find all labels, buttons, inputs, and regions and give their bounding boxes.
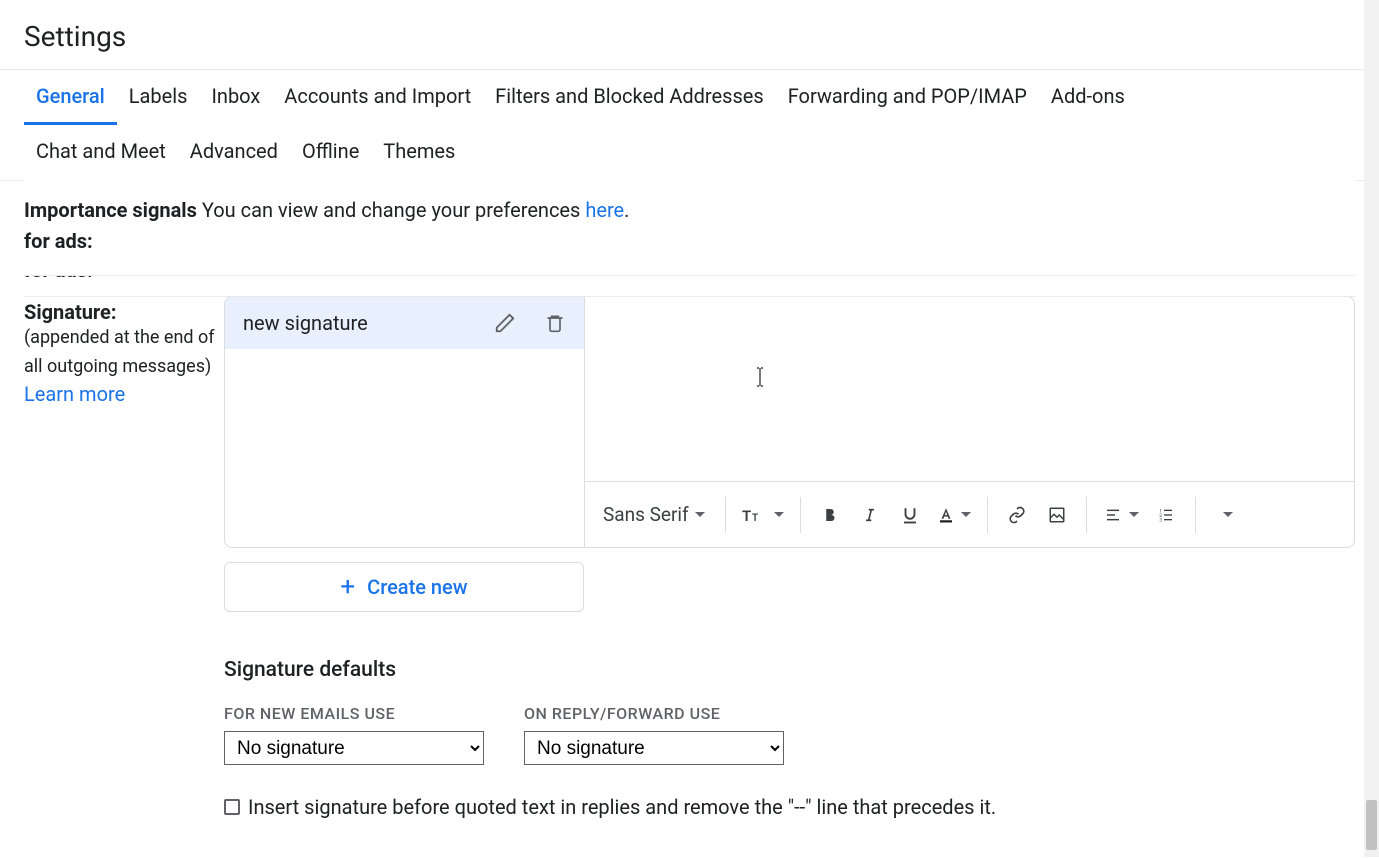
settings-tabs: General Labels Inbox Accounts and Import…	[0, 69, 1379, 181]
chevron-down-icon	[774, 512, 784, 517]
importance-label-2: for ads:	[24, 226, 1355, 257]
insert-signature-text: Insert signature before quoted text in r…	[248, 795, 996, 819]
tab-advanced[interactable]: Advanced	[178, 125, 290, 180]
svg-text:T: T	[752, 513, 758, 524]
chevron-down-icon	[1223, 512, 1233, 517]
tab-chat-meet[interactable]: Chat and Meet	[24, 125, 178, 180]
tab-filters-blocked[interactable]: Filters and Blocked Addresses	[483, 70, 776, 125]
signature-item[interactable]: new signature	[225, 297, 584, 349]
insert-signature-checkbox[interactable]	[224, 799, 240, 815]
scrollbar-thumb[interactable]	[1366, 800, 1377, 850]
importance-label-1: Importance signals	[24, 198, 197, 222]
plus-icon: +	[340, 572, 355, 602]
signature-description: (appended at the end of all outgoing mes…	[24, 324, 224, 382]
create-new-signature-button[interactable]: + Create new	[224, 562, 584, 612]
more-formatting-button[interactable]	[1208, 497, 1242, 533]
align-button[interactable]	[1099, 497, 1143, 533]
scrollbar[interactable]	[1364, 0, 1379, 857]
bold-button[interactable]	[813, 497, 847, 533]
italic-button[interactable]	[853, 497, 887, 533]
tab-offline[interactable]: Offline	[290, 125, 371, 180]
underline-button[interactable]	[893, 497, 927, 533]
signature-list: new signature	[225, 297, 585, 547]
svg-text:3: 3	[1159, 517, 1162, 522]
font-family-label: Sans Serif	[603, 503, 689, 526]
importance-text-suffix: .	[624, 198, 629, 222]
signature-defaults-title: Signature defaults	[224, 658, 1355, 682]
signature-item-name: new signature	[243, 311, 494, 335]
tab-addons[interactable]: Add-ons	[1039, 70, 1137, 125]
text-color-button[interactable]	[933, 497, 975, 533]
signature-label: Signature:	[24, 300, 224, 324]
font-size-button[interactable]: TT	[738, 497, 788, 533]
insert-image-button[interactable]	[1040, 497, 1074, 533]
create-new-label: Create new	[367, 575, 467, 599]
tab-labels[interactable]: Labels	[117, 70, 200, 125]
chevron-down-icon	[961, 512, 971, 517]
importance-text-prefix: You can view and change your preferences	[202, 198, 585, 222]
tab-accounts-import[interactable]: Accounts and Import	[272, 70, 483, 125]
page-title: Settings	[24, 20, 1355, 53]
delete-icon[interactable]	[544, 312, 566, 334]
importance-link-here[interactable]: here	[585, 198, 624, 222]
insert-link-button[interactable]	[1000, 497, 1034, 533]
on-reply-forward-select[interactable]: No signature	[524, 731, 784, 765]
chevron-down-icon	[1129, 512, 1139, 517]
signature-learn-more-link[interactable]: Learn more	[24, 382, 224, 406]
text-cursor-icon	[755, 367, 765, 387]
edit-icon[interactable]	[494, 312, 516, 334]
chevron-down-icon	[695, 512, 705, 517]
tab-themes[interactable]: Themes	[371, 125, 467, 180]
signature-text-editor[interactable]	[585, 297, 1354, 481]
for-new-emails-select[interactable]: No signature	[224, 731, 484, 765]
on-reply-forward-label: ON REPLY/FORWARD USE	[524, 704, 784, 723]
tab-general[interactable]: General	[24, 70, 117, 125]
numbered-list-button[interactable]: 123	[1149, 497, 1183, 533]
tab-inbox[interactable]: Inbox	[199, 70, 272, 125]
svg-text:T: T	[742, 507, 751, 525]
font-family-selector[interactable]: Sans Serif	[599, 497, 713, 533]
signature-format-toolbar: Sans Serif TT	[585, 481, 1354, 547]
tab-forwarding-pop-imap[interactable]: Forwarding and POP/IMAP	[776, 70, 1039, 125]
for-new-emails-label: FOR NEW EMAILS USE	[224, 704, 484, 723]
